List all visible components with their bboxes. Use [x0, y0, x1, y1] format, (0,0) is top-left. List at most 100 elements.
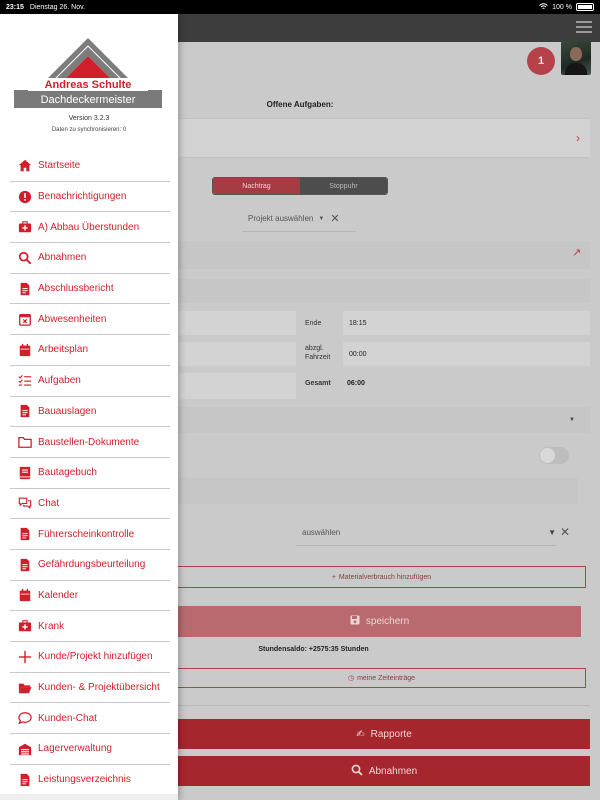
drawer-item-kunden-projektübersicht[interactable]: Kunden- & Projektübersicht: [10, 673, 170, 704]
add-material-button[interactable]: + Materialverbrauch hinzufügen: [178, 566, 586, 588]
folder-icon: [16, 434, 34, 450]
project-select-placeholder: Projekt auswählen: [248, 214, 314, 223]
rapporte-button[interactable]: ✍ Rapporte: [178, 719, 590, 749]
abnahmen-button[interactable]: Abnahmen: [178, 756, 590, 786]
external-link-icon[interactable]: ↗: [572, 246, 581, 259]
drawer-item-label: Abwesenheiten: [38, 313, 107, 325]
document-icon: [16, 526, 34, 542]
activity-select[interactable]: [178, 407, 590, 433]
material-select[interactable]: auswählen ▼: [296, 520, 556, 546]
drawer-item-abschlussbericht[interactable]: Abschlussbericht: [10, 274, 170, 305]
drawer-item-aufgaben[interactable]: Aufgaben: [10, 366, 170, 397]
drawer-item-führerscheinkontrolle[interactable]: Führerscheinkontrolle: [10, 519, 170, 550]
battery-icon: [576, 3, 594, 11]
drawer-item-bauauslagen[interactable]: Bauauslagen: [10, 397, 170, 428]
tab-stoppuhr[interactable]: Stoppuhr: [300, 178, 387, 194]
drawer-item-startseite[interactable]: Startseite: [10, 151, 170, 182]
signature-icon: ✍: [356, 728, 365, 740]
drawer-item-label: Abschlussbericht: [38, 283, 114, 295]
menu-icon[interactable]: [576, 21, 592, 35]
drawer-item-label: Kunde/Projekt hinzufügen: [38, 651, 153, 663]
total-label: Gesamt: [305, 380, 331, 387]
caret-down-icon: ▼: [548, 528, 556, 537]
divider: [178, 705, 590, 706]
plus-icon: +: [331, 573, 336, 581]
toggle-switch[interactable]: [539, 447, 569, 464]
drawer-item-bautagebuch[interactable]: Bautagebuch: [10, 458, 170, 489]
end-label: Ende: [305, 320, 322, 327]
add-material-label: Materialverbrauch hinzufügen: [338, 573, 432, 581]
drawer-item-leistungsverzeichnis[interactable]: Leistungsverzeichnis: [10, 765, 170, 796]
document-icon: [16, 281, 34, 297]
rapporte-label: Rapporte: [370, 728, 412, 740]
drawer-item-label: Kalender: [38, 589, 79, 601]
drawer-item-label: Baustellen-Dokumente: [38, 436, 140, 448]
first-aid-icon: [16, 618, 34, 634]
status-date: Dienstag 26. Nov.: [29, 3, 86, 11]
search-icon: [16, 250, 34, 266]
app-version: Version 3.2.3: [68, 115, 110, 122]
drawer-item-abnahmen[interactable]: Abnahmen: [10, 243, 170, 274]
total-value: 06:00: [347, 380, 365, 387]
drawer-item-label: Kunden-Chat: [38, 712, 97, 724]
drawer-item-chat[interactable]: Chat: [10, 489, 170, 520]
drawer-item-label: Krank: [38, 620, 65, 632]
drawer-item-arbeitsplan[interactable]: Arbeitsplan: [10, 335, 170, 366]
open-tasks-card[interactable]: ›: [178, 118, 590, 158]
save-button[interactable]: speichern: [178, 606, 581, 637]
logo-name: Andreas Schulte: [45, 79, 132, 91]
wifi-icon: [539, 2, 548, 12]
save-label: speichern: [365, 616, 410, 627]
drawer-item-kunden-chat[interactable]: Kunden-Chat: [10, 703, 170, 735]
search-icon: [351, 764, 363, 779]
drawer-item-kalender[interactable]: Kalender: [10, 581, 170, 612]
pause-field[interactable]: [178, 373, 296, 399]
folder-open-icon: [16, 680, 34, 696]
drawer-item-label: Bautagebuch: [38, 467, 97, 479]
document-icon: [16, 772, 34, 788]
project-row[interactable]: [178, 241, 590, 269]
open-tasks-title: Offene Aufgaben:: [266, 100, 334, 109]
my-entries-label: meine Zeiteinträge: [357, 674, 416, 682]
sync-status: Daten zu synchronisieren: 0: [51, 127, 127, 133]
notification-badge[interactable]: 1: [527, 47, 555, 75]
avatar[interactable]: [561, 41, 591, 75]
drawer-item-lagerverwaltung[interactable]: Lagerverwaltung: [10, 734, 170, 765]
tab-nachtrag[interactable]: Nachtrag: [213, 178, 300, 194]
drawer-item-label: Gefährdungsbeurteilung: [38, 559, 146, 571]
drawer-item-krank[interactable]: Krank: [10, 611, 170, 642]
drawer-item-label: A) Abbau Überstunden: [38, 221, 140, 233]
navigation-drawer: Andreas Schulte Dachdeckermeister Versio…: [0, 14, 178, 800]
company-logo: Andreas Schulte Dachdeckermeister: [14, 38, 162, 108]
first-aid-icon: [16, 219, 34, 235]
drawer-item-label: Führerscheinkontrolle: [38, 528, 135, 540]
drawer-item-label: Chat: [38, 497, 60, 509]
drawer-item-baustellen-dokumente[interactable]: Baustellen-Dokumente: [10, 427, 170, 458]
travel-label: abzgl. Fahrzeit: [305, 345, 331, 361]
drawer-item-kunde-projekt-hinzufügen[interactable]: Kunde/Projekt hinzufügen: [10, 642, 170, 673]
document-icon: [16, 557, 34, 573]
clock-icon: ◷: [347, 675, 355, 682]
start-field[interactable]: [178, 311, 296, 335]
drawer-item-abwesenheiten[interactable]: Abwesenheiten: [10, 304, 170, 336]
break-field[interactable]: [178, 342, 296, 366]
document-icon: [16, 403, 34, 419]
comment-field[interactable]: [178, 478, 578, 504]
input-row[interactable]: [178, 279, 590, 303]
drawer-item-label: Leistungsverzeichnis: [38, 774, 131, 786]
chevron-right-icon: ›: [576, 131, 580, 145]
project-select[interactable]: Projekt auswählen ▼ ✕: [242, 206, 356, 232]
battery-percent: 100 %: [552, 3, 572, 11]
drawer-item-gefährdungsbeurteilung[interactable]: Gefährdungsbeurteilung: [10, 550, 170, 581]
drawer-item-label: Bauauslagen: [38, 405, 97, 417]
drawer-item-a-abbau-überstunden[interactable]: A) Abbau Überstunden: [10, 212, 170, 244]
travel-field[interactable]: [343, 342, 590, 366]
clear-icon[interactable]: ✕: [560, 525, 570, 539]
end-field[interactable]: [343, 311, 590, 335]
drawer-item-benachrichtigungen[interactable]: Benachrichtigungen: [10, 182, 170, 213]
save-icon: [350, 615, 360, 628]
chat-bubble-icon: [16, 710, 34, 726]
checklist-icon: [16, 373, 34, 389]
clear-icon[interactable]: ✕: [330, 212, 339, 225]
my-entries-button[interactable]: ◷ meine Zeiteinträge: [178, 668, 586, 688]
